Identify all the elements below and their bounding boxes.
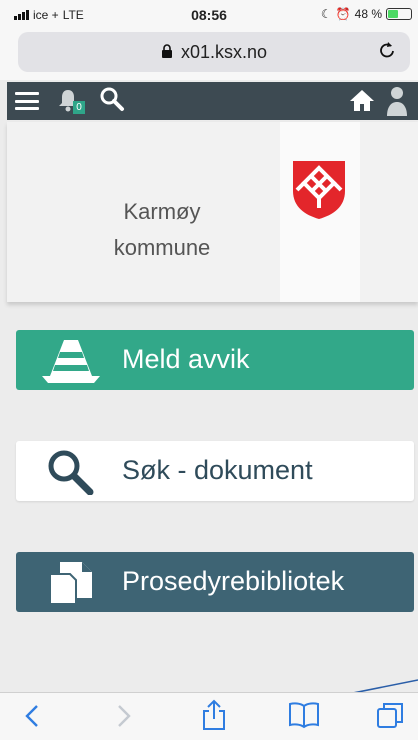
search-document-label: Søk - dokument	[122, 455, 313, 485]
menu-icon[interactable]	[15, 92, 39, 110]
search-document-button[interactable]: Søk - dokument	[16, 441, 414, 501]
home-icon[interactable]	[348, 88, 376, 117]
org-name-line2: kommune	[113, 235, 211, 260]
bookmarks-icon[interactable]	[288, 701, 320, 734]
report-deviation-label: Meld avvik	[122, 344, 250, 374]
org-name-line1: Karmøy	[123, 199, 201, 224]
report-deviation-button[interactable]: Meld avvik	[16, 330, 414, 390]
browser-address-area: x01.ksx.no	[0, 30, 418, 80]
traffic-cone-icon	[40, 338, 102, 384]
magnifier-icon	[40, 449, 102, 495]
app-topbar: 0	[7, 82, 418, 120]
lock-icon	[161, 43, 173, 61]
status-bar: ice + LTE 08:56 ☾ ⏰ 48 %	[0, 0, 418, 30]
address-bar[interactable]: x01.ksx.no	[18, 32, 410, 72]
browser-bottom-toolbar	[0, 692, 418, 740]
procedure-library-button[interactable]: Prosedyrebibliotek	[16, 552, 414, 612]
battery-fill	[388, 10, 398, 18]
tabs-icon[interactable]	[376, 701, 404, 734]
org-name: Karmøy kommune	[102, 194, 222, 266]
org-header-panel: Karmøy kommune	[7, 122, 418, 302]
org-crest-box	[280, 122, 360, 302]
moon-icon: ☾	[320, 7, 332, 21]
back-icon[interactable]	[24, 703, 40, 734]
reload-icon[interactable]	[378, 40, 396, 66]
share-icon[interactable]	[200, 699, 228, 736]
documents-icon	[40, 560, 102, 606]
alarm-icon: ⏰	[335, 7, 351, 21]
url-text: x01.ksx.no	[180, 41, 268, 62]
coat-of-arms-icon	[290, 158, 348, 225]
battery-icon	[386, 8, 412, 20]
notification-count-badge: 0	[73, 101, 85, 114]
status-right: ☾ ⏰ 48 %	[321, 7, 412, 21]
notification-button[interactable]: 0	[57, 88, 85, 114]
procedure-library-label: Prosedyrebibliotek	[122, 566, 345, 596]
forward-icon[interactable]	[116, 703, 132, 734]
battery-percent: 48 %	[354, 7, 382, 21]
user-icon[interactable]	[386, 86, 408, 121]
search-icon[interactable]	[99, 86, 125, 117]
